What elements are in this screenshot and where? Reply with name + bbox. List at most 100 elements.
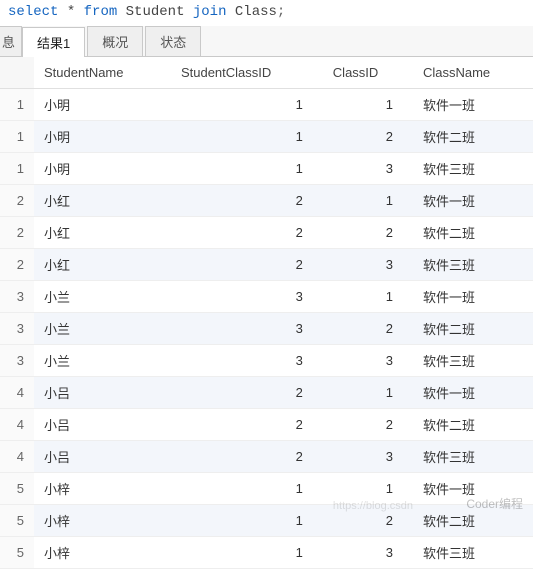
cell-studentname[interactable]: 小兰	[34, 281, 171, 313]
cell-studentclassid[interactable]: 1	[171, 89, 323, 121]
table-row[interactable]: 1小明11软件一班	[0, 89, 533, 121]
table-row[interactable]: 2小红23软件三班	[0, 249, 533, 281]
cell-classid[interactable]: 1	[323, 281, 413, 313]
row-number: 2	[0, 185, 34, 217]
table-row[interactable]: 3小兰32软件二班	[0, 313, 533, 345]
cell-classid[interactable]: 2	[323, 217, 413, 249]
table-row[interactable]: 1小明12软件二班	[0, 121, 533, 153]
cell-classname[interactable]: 软件一班	[413, 473, 533, 505]
table-row[interactable]: 1小明13软件三班	[0, 153, 533, 185]
cell-studentname[interactable]: 小梓	[34, 473, 171, 505]
sql-table-class: Class	[235, 4, 277, 20]
table-row[interactable]: 2小红21软件一班	[0, 185, 533, 217]
sql-star: *	[67, 4, 75, 20]
table-row[interactable]: 3小兰31软件一班	[0, 281, 533, 313]
cell-studentclassid[interactable]: 3	[171, 313, 323, 345]
row-number: 4	[0, 441, 34, 473]
cell-studentclassid[interactable]: 3	[171, 345, 323, 377]
cell-studentname[interactable]: 小梓	[34, 505, 171, 537]
cell-classid[interactable]: 3	[323, 345, 413, 377]
table-row[interactable]: 4小吕21软件一班	[0, 377, 533, 409]
result-grid[interactable]: StudentName StudentClassID ClassID Class…	[0, 57, 533, 569]
sql-semicolon: ;	[277, 4, 285, 20]
cell-classid[interactable]: 1	[323, 377, 413, 409]
cell-studentclassid[interactable]: 2	[171, 217, 323, 249]
cell-classname[interactable]: 软件三班	[413, 537, 533, 569]
cell-studentclassid[interactable]: 1	[171, 537, 323, 569]
row-number: 1	[0, 153, 34, 185]
cell-classid[interactable]: 3	[323, 441, 413, 473]
cell-classname[interactable]: 软件二班	[413, 217, 533, 249]
table-row[interactable]: 4小吕23软件三班	[0, 441, 533, 473]
cell-studentclassid[interactable]: 3	[171, 281, 323, 313]
cell-classname[interactable]: 软件二班	[413, 313, 533, 345]
table-row[interactable]: 5小梓11软件一班	[0, 473, 533, 505]
cell-studentname[interactable]: 小梓	[34, 537, 171, 569]
tab-result1[interactable]: 结果1	[22, 27, 85, 57]
tab-status[interactable]: 状态	[145, 26, 201, 56]
row-number: 3	[0, 313, 34, 345]
row-number: 5	[0, 473, 34, 505]
cell-studentname[interactable]: 小吕	[34, 377, 171, 409]
row-number: 3	[0, 281, 34, 313]
cell-studentname[interactable]: 小红	[34, 185, 171, 217]
cell-studentclassid[interactable]: 1	[171, 153, 323, 185]
grid-header-classid[interactable]: ClassID	[323, 57, 413, 89]
cell-studentname[interactable]: 小兰	[34, 345, 171, 377]
cell-classname[interactable]: 软件三班	[413, 153, 533, 185]
row-number: 2	[0, 217, 34, 249]
table-row[interactable]: 2小红22软件二班	[0, 217, 533, 249]
cell-classname[interactable]: 软件一班	[413, 281, 533, 313]
cell-classname[interactable]: 软件三班	[413, 345, 533, 377]
sql-keyword-from: from	[84, 4, 118, 20]
cell-classname[interactable]: 软件二班	[413, 505, 533, 537]
cell-classname[interactable]: 软件三班	[413, 441, 533, 473]
cell-classname[interactable]: 软件二班	[413, 121, 533, 153]
cell-classid[interactable]: 1	[323, 473, 413, 505]
tab-fragment[interactable]: 息	[0, 26, 22, 56]
cell-studentclassid[interactable]: 1	[171, 473, 323, 505]
cell-studentclassid[interactable]: 2	[171, 249, 323, 281]
cell-studentclassid[interactable]: 2	[171, 377, 323, 409]
cell-classname[interactable]: 软件一班	[413, 185, 533, 217]
cell-studentname[interactable]: 小明	[34, 89, 171, 121]
cell-classid[interactable]: 2	[323, 505, 413, 537]
cell-classname[interactable]: 软件二班	[413, 409, 533, 441]
cell-studentname[interactable]: 小明	[34, 121, 171, 153]
row-number: 1	[0, 121, 34, 153]
cell-studentclassid[interactable]: 2	[171, 185, 323, 217]
sql-editor[interactable]: select * from Student join Class;	[0, 0, 533, 26]
cell-classid[interactable]: 1	[323, 89, 413, 121]
grid-header-studentname[interactable]: StudentName	[34, 57, 171, 89]
table-row[interactable]: 4小吕22软件二班	[0, 409, 533, 441]
cell-classname[interactable]: 软件三班	[413, 249, 533, 281]
cell-classid[interactable]: 2	[323, 121, 413, 153]
grid-header-rownum[interactable]	[0, 57, 34, 89]
grid-header-studentclassid[interactable]: StudentClassID	[171, 57, 323, 89]
cell-classid[interactable]: 2	[323, 313, 413, 345]
cell-studentclassid[interactable]: 1	[171, 505, 323, 537]
cell-studentclassid[interactable]: 2	[171, 441, 323, 473]
sql-keyword-select: select	[8, 4, 58, 20]
table-row[interactable]: 3小兰33软件三班	[0, 345, 533, 377]
cell-studentname[interactable]: 小兰	[34, 313, 171, 345]
grid-header-classname[interactable]: ClassName	[413, 57, 533, 89]
cell-studentname[interactable]: 小红	[34, 249, 171, 281]
tab-profile[interactable]: 概况	[87, 26, 143, 56]
row-number: 4	[0, 409, 34, 441]
cell-classid[interactable]: 2	[323, 409, 413, 441]
cell-studentname[interactable]: 小吕	[34, 409, 171, 441]
cell-classid[interactable]: 3	[323, 249, 413, 281]
cell-studentname[interactable]: 小吕	[34, 441, 171, 473]
cell-studentclassid[interactable]: 1	[171, 121, 323, 153]
table-row[interactable]: 5小梓13软件三班	[0, 537, 533, 569]
cell-studentclassid[interactable]: 2	[171, 409, 323, 441]
cell-studentname[interactable]: 小明	[34, 153, 171, 185]
cell-classid[interactable]: 1	[323, 185, 413, 217]
cell-classid[interactable]: 3	[323, 537, 413, 569]
cell-classname[interactable]: 软件一班	[413, 89, 533, 121]
cell-studentname[interactable]: 小红	[34, 217, 171, 249]
cell-classname[interactable]: 软件一班	[413, 377, 533, 409]
cell-classid[interactable]: 3	[323, 153, 413, 185]
table-row[interactable]: 5小梓12软件二班	[0, 505, 533, 537]
